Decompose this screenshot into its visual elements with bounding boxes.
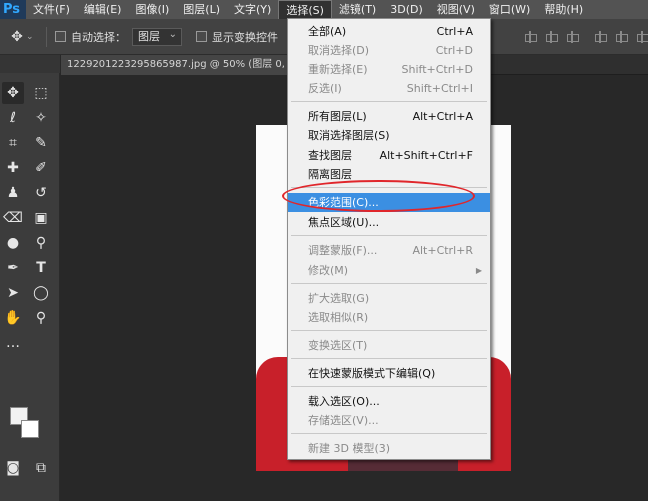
menu-item-similar[interactable]: 选取相似(R)	[288, 308, 490, 327]
menu-item-load-selection[interactable]: 载入选区(O)...	[288, 392, 490, 411]
menu-item-quick-mask[interactable]: 在快速蒙版模式下编辑(Q)	[288, 364, 490, 383]
menu-select[interactable]: 选择(S)	[278, 0, 332, 19]
submenu-arrow-icon: ▶	[475, 266, 482, 275]
menu-bar: Ps 文件(F) 编辑(E) 图像(I) 图层(L) 文字(Y) 选择(S) 滤…	[0, 0, 648, 19]
menu-layer[interactable]: 图层(L)	[176, 0, 227, 19]
auto-select-checkbox[interactable]	[55, 31, 66, 42]
menu-separator	[291, 101, 487, 102]
menu-separator	[291, 386, 487, 387]
select-menu-dropdown: 全部(A) Ctrl+A 取消选择(D) Ctrl+D 重新选择(E) Shift+C…	[287, 18, 491, 460]
background-color-swatch[interactable]	[21, 420, 39, 438]
menu-edit[interactable]: 编辑(E)	[77, 0, 129, 19]
ellipse-tool-icon[interactable]: ◯	[30, 282, 52, 304]
menu-separator	[291, 330, 487, 331]
magic-wand-tool-icon[interactable]: ✧	[30, 107, 52, 129]
show-transform-checkbox[interactable]	[196, 31, 207, 42]
chevron-down-icon[interactable]: ⌄	[26, 32, 36, 42]
menu-item-deselect[interactable]: 取消选择(D) Ctrl+D	[288, 41, 490, 60]
eyedropper-tool-icon[interactable]: ✎	[30, 132, 52, 154]
menu-window[interactable]: 窗口(W)	[482, 0, 537, 19]
menu-item-color-range[interactable]: 色彩范围(C)...	[288, 193, 490, 212]
path-select-tool-icon[interactable]: ➤	[2, 282, 24, 304]
menu-item-reselect[interactable]: 重新选择(E) Shift+Ctrl+D	[288, 60, 490, 79]
eraser-tool-icon[interactable]: ⌫	[2, 207, 24, 229]
tools-panel-grip[interactable]	[0, 55, 60, 73]
history-brush-tool-icon[interactable]: ↺	[30, 182, 52, 204]
menu-item-inverse[interactable]: 反选(I) Shift+Ctrl+I	[288, 79, 490, 98]
pen-tool-icon[interactable]: ✒	[2, 257, 24, 279]
align-icon[interactable]	[524, 31, 537, 43]
menu-item-isolate-layers[interactable]: 隔离图层	[288, 165, 490, 184]
menu-separator	[291, 358, 487, 359]
menu-image[interactable]: 图像(I)	[128, 0, 176, 19]
menu-separator	[291, 235, 487, 236]
brush-tool-icon[interactable]: ✐	[30, 157, 52, 179]
menu-3d[interactable]: 3D(D)	[383, 0, 430, 19]
menu-item-all-layers[interactable]: 所有图层(L) Alt+Ctrl+A	[288, 107, 490, 126]
menu-item-focus-area[interactable]: 焦点区域(U)...	[288, 213, 490, 232]
dodge-tool-icon[interactable]: ⚲	[30, 232, 52, 254]
menu-filter[interactable]: 滤镜(T)	[332, 0, 383, 19]
menu-item-grow[interactable]: 扩大选取(G)	[288, 289, 490, 308]
marquee-tool-icon[interactable]: ⬚	[30, 82, 52, 104]
menu-separator	[291, 433, 487, 434]
align-icons-group	[515, 19, 648, 55]
menu-item-select-all[interactable]: 全部(A) Ctrl+A	[288, 22, 490, 41]
crop-tool-icon[interactable]: ⌗	[2, 132, 24, 154]
stamp-tool-icon[interactable]: ♟	[2, 182, 24, 204]
zoom-tool-icon[interactable]: ⚲	[30, 307, 52, 329]
menu-item-find-layers[interactable]: 查找图层 Alt+Shift+Ctrl+F	[288, 146, 490, 165]
menu-type[interactable]: 文字(Y)	[227, 0, 278, 19]
gradient-tool-icon[interactable]: ▣	[30, 207, 52, 229]
menu-help[interactable]: 帮助(H)	[537, 0, 590, 19]
menu-separator	[291, 283, 487, 284]
tools-panel: ✥ ⬚ ℓ ✧ ⌗ ✎ ✚ ✐ ♟ ↺ ⌫ ▣ ● ⚲ ✒ T ➤ ◯ ✋ ⚲ …	[0, 55, 60, 501]
document-tab[interactable]: 1229201223295865987.jpg @ 50% (图层 0,	[61, 55, 293, 75]
menu-item-transform-selection[interactable]: 变换选区(T)	[288, 336, 490, 355]
align-icon[interactable]	[545, 31, 558, 43]
lasso-tool-icon[interactable]: ℓ	[2, 107, 24, 129]
menu-item-new-3d-model[interactable]: 新建 3D 模型(3)	[288, 439, 490, 458]
menu-item-deselect-layers[interactable]: 取消选择图层(S)	[288, 126, 490, 145]
distribute-icon[interactable]	[636, 31, 648, 43]
show-transform-label: 显示变换控件	[212, 30, 278, 44]
blur-tool-icon[interactable]: ●	[2, 232, 24, 254]
distribute-icon[interactable]	[594, 31, 607, 43]
menu-item-save-selection[interactable]: 存储选区(V)...	[288, 411, 490, 430]
menu-item-refine-mask[interactable]: 调整蒙版(F)... Alt+Ctrl+R	[288, 241, 490, 260]
auto-select-dropdown[interactable]: 图层	[132, 27, 182, 46]
auto-select-label: 自动选择：	[71, 30, 126, 44]
healing-brush-tool-icon[interactable]: ✚	[2, 157, 24, 179]
menu-view[interactable]: 视图(V)	[430, 0, 482, 19]
more-tools-icon[interactable]: …	[2, 332, 24, 354]
menu-separator	[291, 187, 487, 188]
move-tool-icon[interactable]: ✥	[2, 82, 24, 104]
distribute-icon[interactable]	[615, 31, 628, 43]
align-icon[interactable]	[566, 31, 579, 43]
menu-file[interactable]: 文件(F)	[26, 0, 77, 19]
options-divider	[46, 26, 47, 47]
photoshop-logo: Ps	[0, 0, 26, 19]
screen-mode-icon[interactable]: ⧉	[30, 457, 52, 479]
type-tool-icon[interactable]: T	[30, 257, 52, 279]
quick-mask-icon[interactable]: ◙	[2, 457, 24, 479]
menu-item-modify[interactable]: 修改(M) ▶	[288, 261, 490, 280]
move-icon[interactable]: ✥	[10, 30, 24, 44]
hand-tool-icon[interactable]: ✋	[2, 307, 24, 329]
